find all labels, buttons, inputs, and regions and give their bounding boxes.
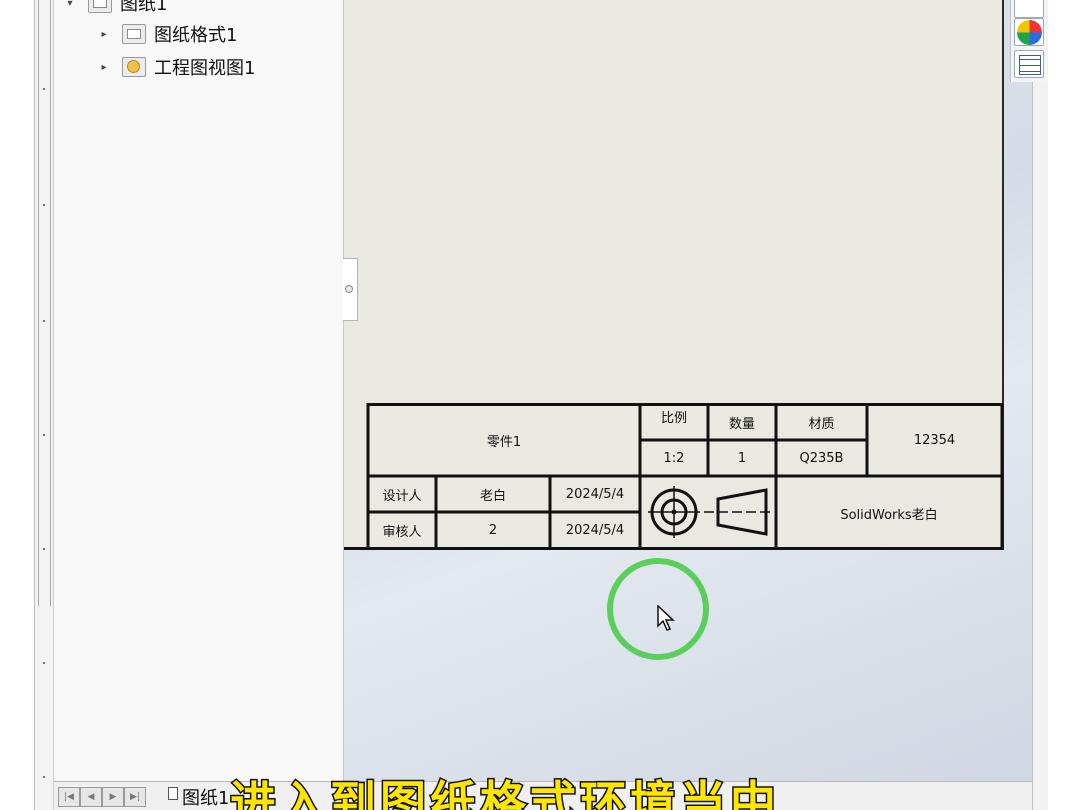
tab-label: 图纸1	[182, 787, 230, 809]
expand-toggle-icon[interactable]: ▾	[64, 0, 76, 9]
sheet-page-icon	[168, 787, 178, 800]
tree-item-label: 图纸1	[120, 0, 168, 15]
resource-icon[interactable]	[1014, 0, 1044, 18]
last-sheet-button[interactable]: ▶|	[124, 787, 146, 807]
video-subtitle: 进入到图纸格式环境当中	[230, 776, 780, 810]
material-value: Q235B	[799, 450, 844, 466]
tree-item-label: 工程图视图1	[154, 58, 256, 79]
task-pane-tabs	[1010, 0, 1046, 82]
ruler-tick	[43, 204, 45, 206]
feature-manager-tree: ▾ 图纸1 ▸ 图纸格式1 ▸ 工程图视图1	[54, 0, 344, 781]
ruler-tick	[43, 320, 45, 322]
ruler-tick	[43, 548, 45, 550]
designer-label: 设计人	[382, 488, 422, 504]
ruler-tick	[43, 662, 45, 664]
quantity-label: 数量	[728, 416, 755, 432]
ruler-tick	[43, 88, 45, 90]
mouse-pointer-icon	[657, 605, 675, 631]
prev-sheet-button[interactable]: ◀	[80, 787, 102, 807]
left-window-border	[34, 0, 54, 810]
left-scroll-rail[interactable]	[38, 0, 51, 606]
outer-margin	[1048, 0, 1080, 810]
expand-toggle-icon[interactable]: ▸	[98, 62, 110, 73]
design-date: 2024/5/4	[565, 486, 625, 502]
company-name: SolidWorks老白	[840, 507, 938, 523]
projection-symbol-icon	[648, 486, 774, 538]
drawing-number: 12354	[913, 432, 956, 448]
ruler-tick	[43, 776, 45, 778]
solidworks-drawing-window: ▾ 图纸1 ▸ 图纸格式1 ▸ 工程图视图1 零件1 比例 1:2 数量 1 材…	[0, 0, 1080, 810]
tree-item-drawing-view[interactable]: ▸ 工程图视图1	[98, 54, 255, 80]
tree-item-sheet[interactable]: ▾ 图纸1	[64, 0, 167, 16]
tree-item-label: 图纸格式1	[154, 25, 238, 46]
right-window-border	[1032, 0, 1048, 810]
part-name-cell: 零件1	[486, 434, 522, 450]
tab-sheet1[interactable]: 图纸1	[158, 782, 239, 810]
review-date: 2024/5/4	[565, 522, 625, 538]
sheet-tab-navigation: |◀ ◀ ▶ ▶|	[58, 787, 146, 807]
sheet-format-icon	[122, 24, 146, 44]
next-sheet-button[interactable]: ▶	[102, 787, 124, 807]
sheet-icon	[88, 0, 112, 13]
properties-list-icon	[1019, 55, 1041, 75]
reviewer-label: 审核人	[382, 524, 422, 540]
expand-toggle-icon[interactable]: ▸	[98, 29, 110, 40]
quantity-value: 1	[737, 450, 747, 466]
ruler-tick	[43, 434, 45, 436]
first-sheet-button[interactable]: |◀	[58, 787, 80, 807]
appearance-icon	[1017, 20, 1042, 45]
appearance-tab[interactable]	[1014, 18, 1044, 46]
tree-item-sheet-format[interactable]: ▸ 图纸格式1	[98, 21, 237, 47]
drawing-view-icon	[122, 57, 146, 77]
scale-value: 1:2	[663, 450, 685, 466]
custom-properties-tab[interactable]	[1014, 50, 1044, 78]
scale-label: 比例	[660, 410, 687, 426]
designer-name: 老白	[479, 488, 506, 504]
material-label: 材质	[808, 416, 835, 432]
panel-splitter-handle[interactable]	[343, 258, 358, 321]
grip-icon	[345, 285, 353, 293]
reviewer-name: 2	[488, 522, 498, 538]
title-block[interactable]: 零件1 比例 1:2 数量 1 材质 Q235B 12354 设计人 老白 20…	[344, 403, 1004, 550]
